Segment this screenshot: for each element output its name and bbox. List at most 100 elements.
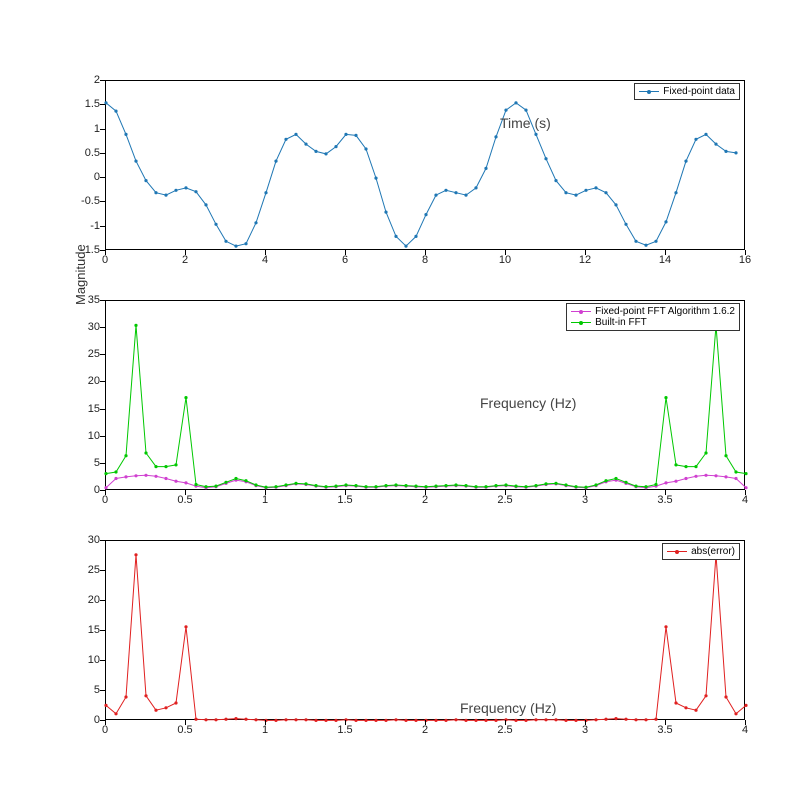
data-point bbox=[304, 482, 307, 485]
data-point bbox=[244, 718, 247, 721]
data-point bbox=[524, 719, 527, 722]
data-point bbox=[454, 718, 457, 721]
data-point bbox=[644, 244, 647, 247]
data-point bbox=[494, 135, 497, 138]
data-point bbox=[324, 485, 327, 488]
data-point bbox=[484, 719, 487, 722]
data-point bbox=[254, 718, 257, 721]
data-point bbox=[394, 235, 397, 238]
data-point bbox=[614, 717, 617, 720]
data-point bbox=[134, 324, 137, 327]
legend-1-entry-0: Fixed-point FFT Algorithm 1.6.2 bbox=[595, 306, 735, 317]
data-point bbox=[404, 245, 407, 248]
ytick bbox=[100, 436, 105, 437]
data-point bbox=[294, 718, 297, 721]
data-point bbox=[384, 484, 387, 487]
data-point bbox=[644, 485, 647, 488]
data-point bbox=[424, 485, 427, 488]
data-point bbox=[624, 223, 627, 226]
ytick bbox=[100, 630, 105, 631]
xlabel-0: Time (s) bbox=[500, 115, 551, 131]
ytick-label: 30 bbox=[70, 321, 100, 333]
data-point bbox=[694, 465, 697, 468]
xtick-label: 3.5 bbox=[655, 724, 675, 736]
data-point bbox=[464, 719, 467, 722]
xtick-label: 3 bbox=[575, 494, 595, 506]
data-point bbox=[144, 474, 147, 477]
data-point bbox=[374, 177, 377, 180]
ytick bbox=[100, 570, 105, 571]
data-point bbox=[124, 475, 127, 478]
data-point bbox=[544, 482, 547, 485]
data-point bbox=[334, 145, 337, 148]
ytick-label: 30 bbox=[70, 534, 100, 546]
data-point bbox=[564, 719, 567, 722]
data-point bbox=[204, 203, 207, 206]
data-point bbox=[604, 191, 607, 194]
data-point bbox=[124, 695, 127, 698]
ytick bbox=[100, 354, 105, 355]
data-point bbox=[384, 719, 387, 722]
data-point bbox=[204, 718, 207, 721]
xtick-label: 2 bbox=[415, 494, 435, 506]
xtick-label: 4 bbox=[735, 494, 755, 506]
xtick-label: 14 bbox=[655, 254, 675, 266]
data-point bbox=[394, 483, 397, 486]
xtick-label: 6 bbox=[335, 254, 355, 266]
data-point bbox=[174, 480, 177, 483]
data-point bbox=[684, 706, 687, 709]
axes-error: abs(error) bbox=[105, 540, 745, 720]
data-point bbox=[104, 472, 107, 475]
data-point bbox=[284, 718, 287, 721]
data-point bbox=[664, 220, 667, 223]
data-point bbox=[554, 482, 557, 485]
xlabel-2: Frequency (Hz) bbox=[460, 700, 556, 716]
data-point bbox=[594, 186, 597, 189]
data-point bbox=[234, 477, 237, 480]
data-point bbox=[344, 483, 347, 486]
ytick bbox=[100, 720, 105, 721]
xtick-label: 4 bbox=[255, 254, 275, 266]
ytick-label: 5 bbox=[70, 684, 100, 696]
data-point bbox=[164, 477, 167, 480]
data-point bbox=[284, 138, 287, 141]
data-point bbox=[224, 240, 227, 243]
data-point bbox=[184, 481, 187, 484]
data-point bbox=[414, 485, 417, 488]
ytick-label: 0 bbox=[70, 714, 100, 726]
data-point bbox=[724, 695, 727, 698]
ytick-label: 25 bbox=[70, 564, 100, 576]
data-point bbox=[174, 463, 177, 466]
data-point bbox=[654, 483, 657, 486]
data-point bbox=[274, 719, 277, 722]
data-point bbox=[574, 194, 577, 197]
data-point bbox=[624, 481, 627, 484]
xtick-label: 12 bbox=[575, 254, 595, 266]
data-point bbox=[214, 485, 217, 488]
legend-0: Fixed-point data bbox=[634, 83, 740, 100]
ytick bbox=[100, 129, 105, 130]
data-point bbox=[714, 474, 717, 477]
data-point bbox=[674, 463, 677, 466]
data-point bbox=[184, 625, 187, 628]
data-point bbox=[194, 718, 197, 721]
data-point bbox=[244, 242, 247, 245]
ytick-label: -1 bbox=[70, 220, 100, 232]
data-point bbox=[534, 484, 537, 487]
legend-2: abs(error) bbox=[662, 543, 740, 560]
data-point bbox=[564, 191, 567, 194]
data-point bbox=[534, 718, 537, 721]
data-point bbox=[644, 718, 647, 721]
data-point bbox=[234, 717, 237, 720]
xtick-label: 0.5 bbox=[175, 494, 195, 506]
legend-2-entry-0: abs(error) bbox=[691, 546, 735, 557]
data-point bbox=[704, 451, 707, 454]
data-point bbox=[434, 194, 437, 197]
data-point bbox=[304, 143, 307, 146]
xtick-label: 4 bbox=[735, 724, 755, 736]
data-point bbox=[474, 719, 477, 722]
data-point bbox=[374, 485, 377, 488]
ytick-label: 25 bbox=[70, 348, 100, 360]
data-point bbox=[724, 150, 727, 153]
data-point bbox=[514, 101, 517, 104]
